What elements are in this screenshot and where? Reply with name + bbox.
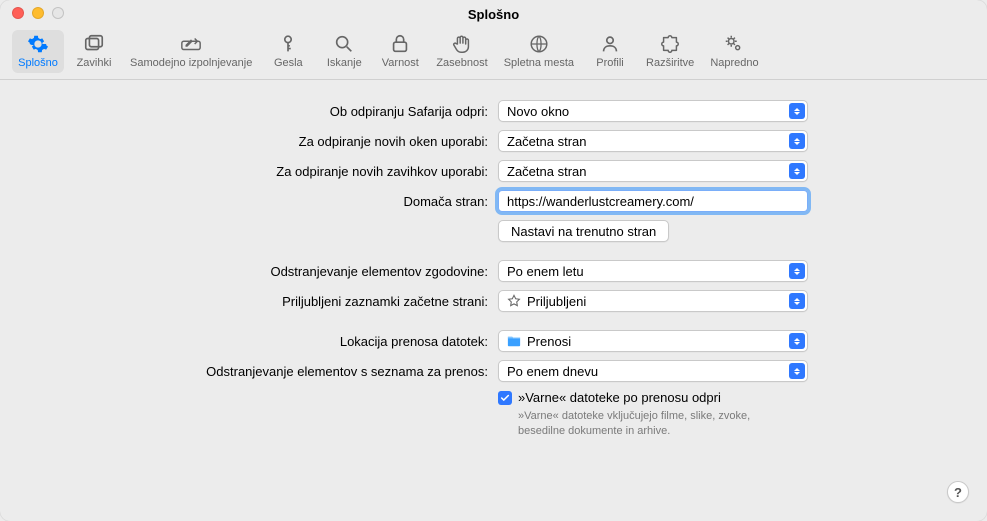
hand-icon: [451, 32, 473, 56]
toolbar-label: Napredno: [710, 57, 758, 69]
preferences-window: Splošno Splošno Zavihki Samodejno izpolnje…: [0, 0, 987, 521]
toolbar-extensions[interactable]: Razširitve: [640, 30, 700, 73]
label-homepage: Domača stran:: [20, 194, 498, 209]
safe-files-checkbox[interactable]: [498, 391, 512, 405]
homepage-input[interactable]: [498, 190, 808, 212]
label-remove-history: Odstranjevanje elementov zgodovine:: [20, 264, 498, 279]
toolbar-label: Varnost: [382, 57, 419, 69]
folder-icon: [507, 334, 521, 348]
toolbar-security[interactable]: Varnost: [374, 30, 426, 73]
globe-icon: [528, 32, 550, 56]
select-favorites[interactable]: Priljubljeni: [498, 290, 808, 312]
chevron-updown-icon: [789, 333, 805, 349]
toolbar-general[interactable]: Splošno: [12, 30, 64, 73]
search-icon: [333, 32, 355, 56]
toolbar-profiles[interactable]: Profili: [584, 30, 636, 73]
toolbar-advanced[interactable]: Napredno: [704, 30, 764, 73]
select-download-location-value: Prenosi: [527, 334, 571, 349]
set-current-page-button[interactable]: Nastavi na trenutno stran: [498, 220, 669, 242]
safe-files-note: »Varne« datoteke vključujejo filme, slik…: [518, 409, 788, 439]
chevron-updown-icon: [789, 363, 805, 379]
toolbar-label: Samodejno izpolnjevanje: [130, 57, 252, 69]
chevron-updown-icon: [789, 293, 805, 309]
select-new-tabs[interactable]: Začetna stran: [498, 160, 808, 182]
toolbar-label: Razširitve: [646, 57, 694, 69]
label-remove-downloads: Odstranjevanje elementov s seznama za pr…: [20, 364, 498, 379]
window-controls: [12, 7, 64, 19]
close-window-button[interactable]: [12, 7, 24, 19]
select-favorites-value: Priljubljeni: [527, 294, 586, 309]
select-download-location[interactable]: Prenosi: [498, 330, 808, 352]
select-remove-downloads-value: Po enem dnevu: [507, 364, 598, 379]
set-current-label: Nastavi na trenutno stran: [511, 224, 656, 239]
select-remove-history[interactable]: Po enem letu: [498, 260, 808, 282]
key-icon: [277, 32, 299, 56]
label-download-location: Lokacija prenosa datotek:: [20, 334, 498, 349]
select-remove-history-value: Po enem letu: [507, 264, 584, 279]
toolbar-autofill[interactable]: Samodejno izpolnjevanje: [124, 30, 258, 73]
minimize-window-button[interactable]: [32, 7, 44, 19]
label-favorites: Priljubljeni zaznamki začetne strani:: [20, 294, 498, 309]
window-title: Splošno: [468, 7, 519, 22]
toolbar-label: Iskanje: [327, 57, 362, 69]
safe-files-label: »Varne« datoteke po prenosu odpri: [518, 390, 788, 405]
toolbar-tabs[interactable]: Zavihki: [68, 30, 120, 73]
chevron-updown-icon: [789, 133, 805, 149]
help-label: ?: [954, 485, 962, 500]
select-remove-downloads[interactable]: Po enem dnevu: [498, 360, 808, 382]
toolbar-privacy[interactable]: Zasebnost: [430, 30, 493, 73]
tabs-icon: [83, 32, 105, 56]
select-new-windows-value: Začetna stran: [507, 134, 587, 149]
person-icon: [599, 32, 621, 56]
toolbar: Splošno Zavihki Samodejno izpolnjevanje Ges…: [0, 24, 987, 80]
star-icon: [507, 294, 521, 308]
select-new-windows[interactable]: Začetna stran: [498, 130, 808, 152]
puzzle-icon: [659, 32, 681, 56]
select-on-launch-value: Novo okno: [507, 104, 569, 119]
toolbar-search[interactable]: Iskanje: [318, 30, 370, 73]
toolbar-passwords[interactable]: Gesla: [262, 30, 314, 73]
toolbar-label: Gesla: [274, 57, 303, 69]
label-new-windows: Za odpiranje novih oken uporabi:: [20, 134, 498, 149]
titlebar: Splošno: [0, 0, 987, 24]
lock-icon: [389, 32, 411, 56]
toolbar-label: Splošno: [18, 57, 58, 69]
help-button[interactable]: ?: [947, 481, 969, 503]
toolbar-label: Profili: [596, 57, 624, 69]
gear-icon: [27, 32, 49, 56]
toolbar-label: Zasebnost: [436, 57, 487, 69]
select-new-tabs-value: Začetna stran: [507, 164, 587, 179]
zoom-window-button[interactable]: [52, 7, 64, 19]
gears-icon: [723, 32, 745, 56]
chevron-updown-icon: [789, 263, 805, 279]
label-on-launch: Ob odpiranju Safarija odpri:: [20, 104, 498, 119]
pencil-icon: [180, 32, 202, 56]
label-new-tabs: Za odpiranje novih zavihkov uporabi:: [20, 164, 498, 179]
toolbar-label: Spletna mesta: [504, 57, 574, 69]
content-area: Ob odpiranju Safarija odpri: Novo okno Z…: [0, 80, 987, 467]
toolbar-label: Zavihki: [77, 57, 112, 69]
select-on-launch[interactable]: Novo okno: [498, 100, 808, 122]
chevron-updown-icon: [789, 163, 805, 179]
chevron-updown-icon: [789, 103, 805, 119]
toolbar-websites[interactable]: Spletna mesta: [498, 30, 580, 73]
